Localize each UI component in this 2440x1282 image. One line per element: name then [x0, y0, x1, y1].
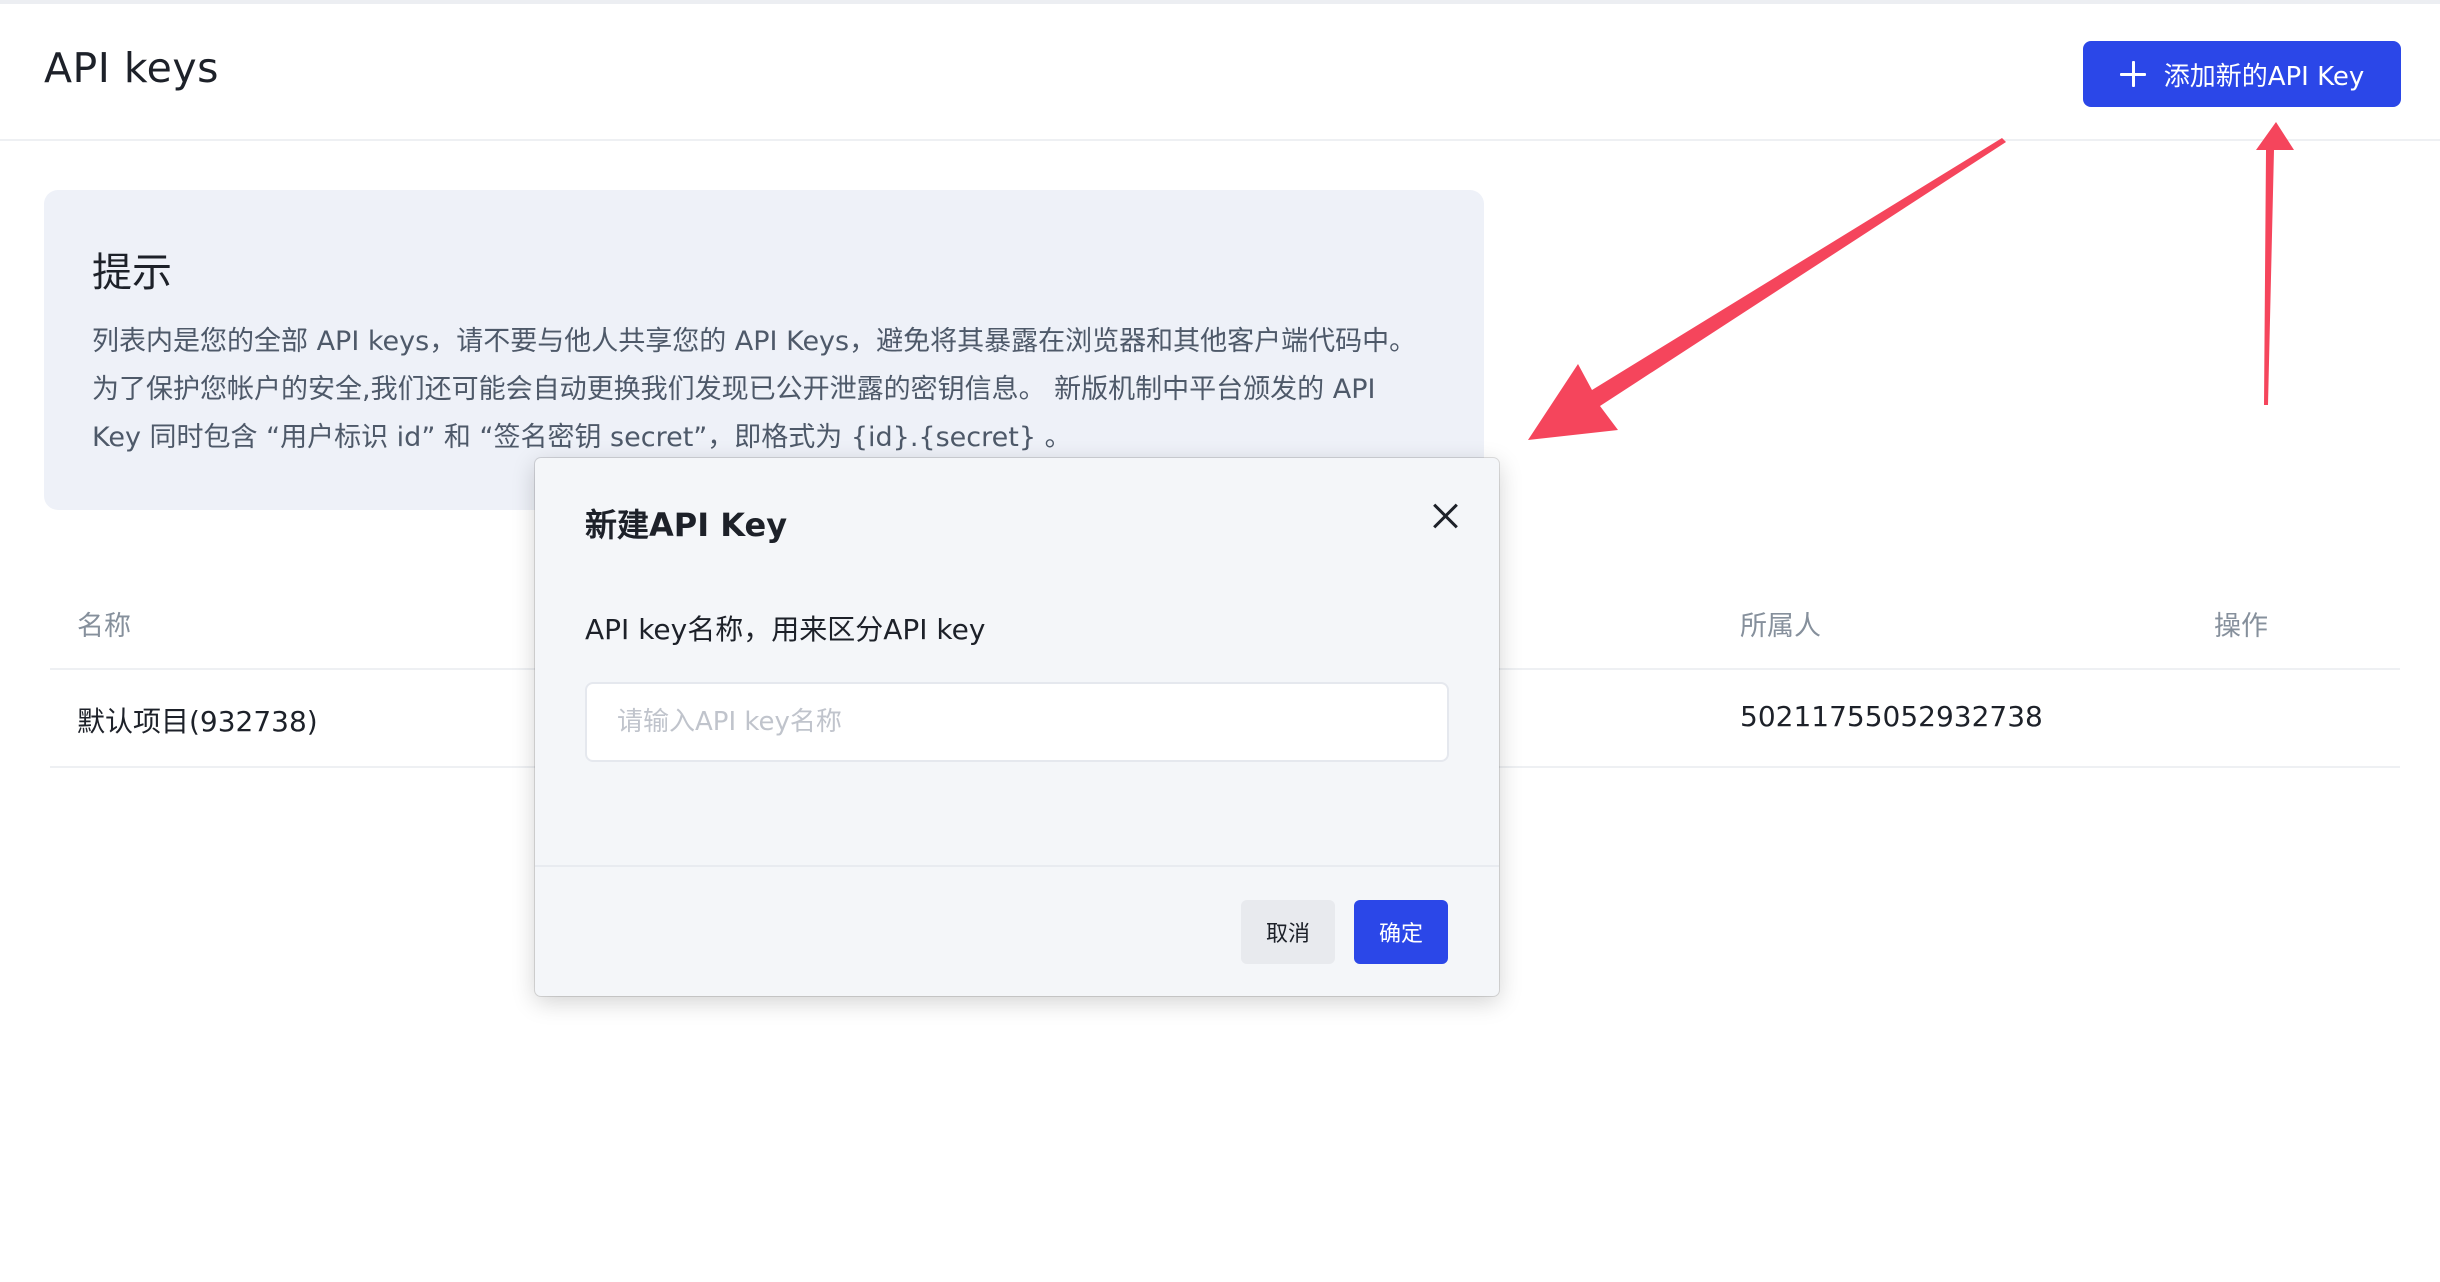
- add-api-key-button[interactable]: 添加新的API Key: [2083, 41, 2401, 107]
- column-header-owner: 所属人: [1740, 611, 1821, 642]
- api-key-name-input[interactable]: [585, 682, 1449, 762]
- confirm-button[interactable]: 确定: [1354, 900, 1448, 964]
- column-header-name: 名称: [77, 611, 131, 642]
- tip-title: 提示: [92, 250, 172, 296]
- new-api-key-dialog: 新建API Key API key名称，用来区分API key 取消 确定: [535, 458, 1499, 996]
- row-owner-cell: 50211755052932738: [1740, 700, 2043, 733]
- tip-text: 列表内是您的全部 API keys，请不要与他人共享您的 API Keys，避免…: [92, 326, 1417, 453]
- row-name-cell: 默认项目(932738): [77, 705, 318, 738]
- close-icon[interactable]: [1425, 496, 1465, 536]
- annotation-arrow-vertical: [2256, 122, 2294, 405]
- dialog-title: 新建API Key: [585, 506, 788, 544]
- dialog-footer-divider: [535, 865, 1499, 867]
- cancel-button[interactable]: 取消: [1241, 900, 1335, 964]
- page-title: API keys: [44, 44, 220, 92]
- add-api-key-label: 添加新的API Key: [2163, 61, 2365, 92]
- api-key-name-label: API key名称，用来区分API key: [585, 613, 986, 646]
- page-header: API keys 添加新的API Key: [0, 4, 2440, 141]
- annotation-arrow-diagonal: [1528, 138, 2006, 440]
- column-header-actions: 操作: [2214, 611, 2268, 642]
- plus-icon: [2119, 61, 2146, 87]
